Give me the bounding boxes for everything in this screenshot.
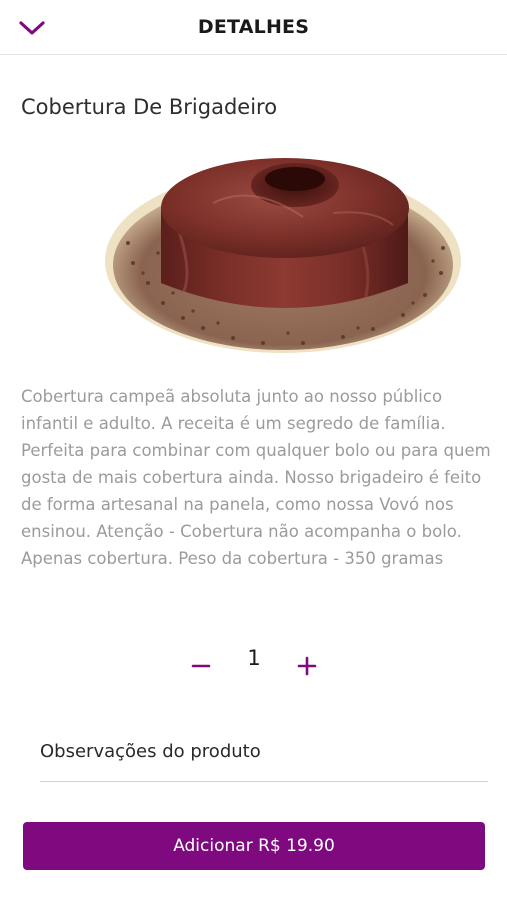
product-details-screen: DETALHES Cobertura De Brigadeiro Cobertu… [0, 0, 507, 900]
product-description: Cobertura campeã absoluta junto ao nosso… [21, 387, 491, 568]
quantity-increase-button[interactable] [292, 652, 322, 678]
product-notes-label: Observações do produto [40, 741, 261, 762]
quantity-decrease-button[interactable] [186, 652, 216, 678]
add-to-cart-label: Adicionar R$ 19.90 [173, 836, 335, 856]
minus-icon [191, 664, 211, 668]
page-title: DETALHES [197, 16, 310, 38]
add-to-cart-button[interactable]: Adicionar R$ 19.90 [23, 822, 485, 870]
header: DETALHES [0, 0, 507, 55]
product-notes-field[interactable]: Observações do produto [40, 728, 488, 782]
quantity-stepper: 1 [0, 640, 507, 686]
plus-icon [297, 656, 317, 676]
quantity-value: 1 [247, 646, 261, 670]
product-image [103, 133, 463, 358]
product-title: Cobertura De Brigadeiro [21, 95, 278, 119]
